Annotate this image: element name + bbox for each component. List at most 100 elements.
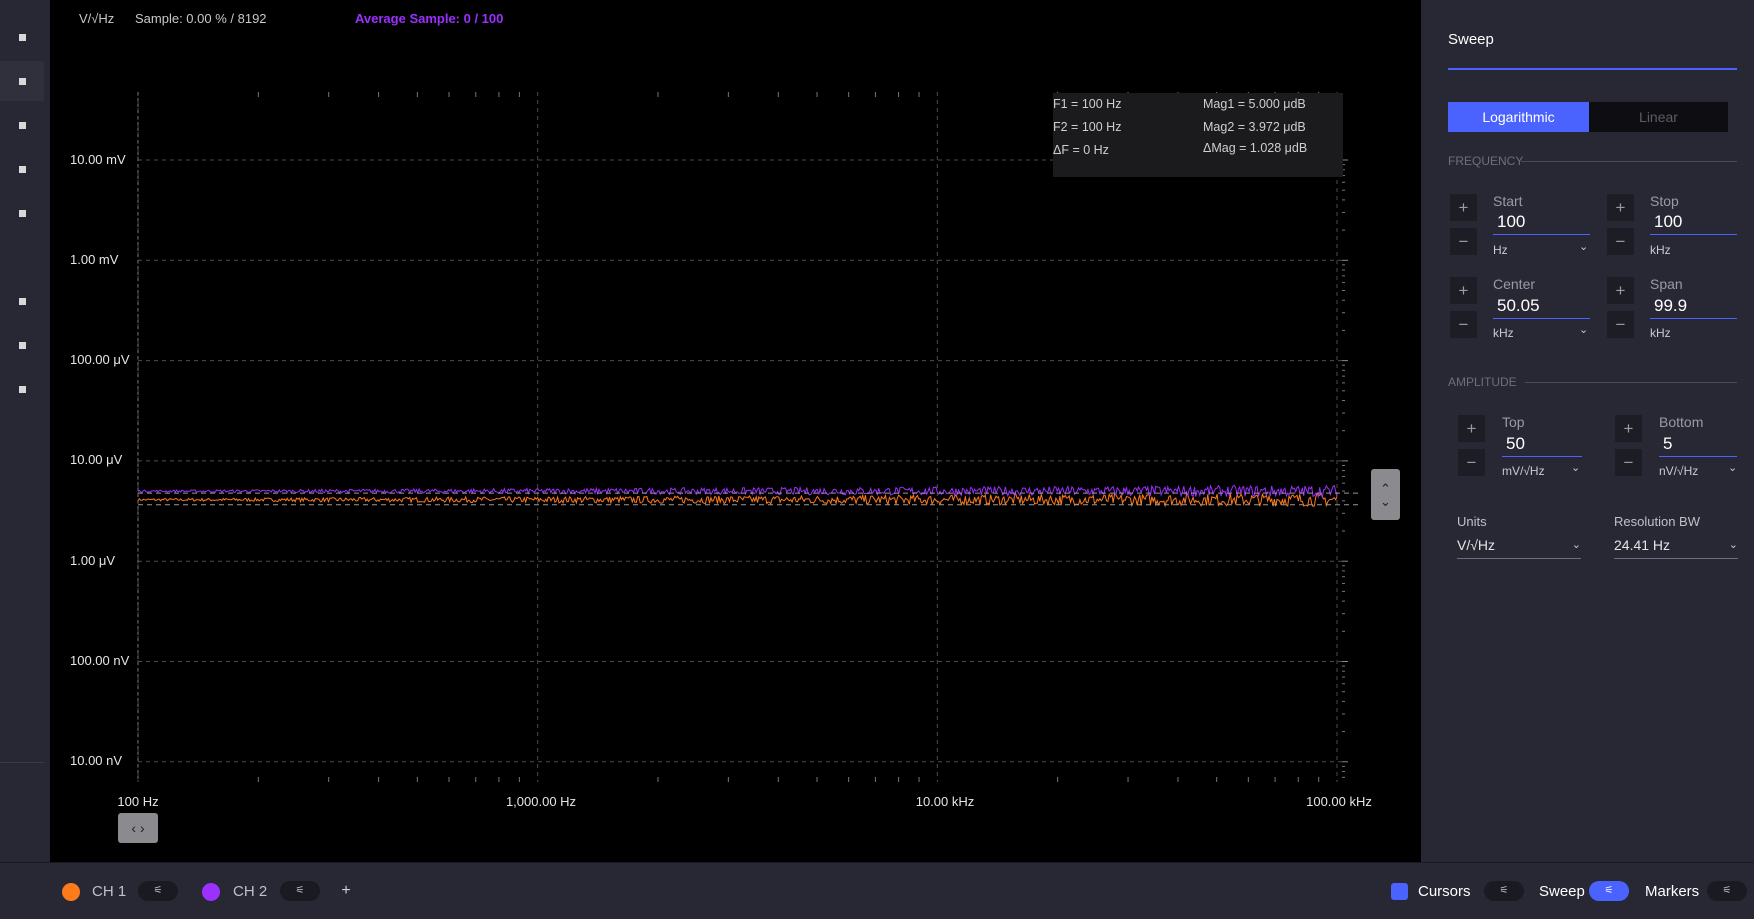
ch2-settings-button[interactable]: ⚟: [280, 881, 320, 901]
x-tick-label: 100.00 kHz: [1306, 794, 1372, 809]
bottom-unit-select[interactable]: nV/√Hz: [1659, 464, 1698, 478]
span-label: Span: [1650, 276, 1683, 292]
readout-mag2: Mag2 = 3.972 μdB: [1203, 120, 1306, 134]
toolbar-button-6[interactable]: [0, 281, 44, 321]
sliders-icon: ⚟: [153, 885, 163, 896]
toolbar-icon: [18, 297, 26, 305]
top-decrement-button[interactable]: −: [1458, 449, 1485, 476]
markers-settings-button[interactable]: ⚟: [1707, 881, 1747, 901]
center-label: Center: [1493, 276, 1536, 292]
start-increment-button[interactable]: +: [1450, 194, 1477, 221]
stop-increment-button[interactable]: +: [1607, 194, 1634, 221]
linear-toggle[interactable]: Linear: [1589, 102, 1728, 132]
bottom-decrement-button[interactable]: −: [1615, 449, 1642, 476]
sweep-label[interactable]: Sweep: [1539, 883, 1585, 900]
add-channel-button[interactable]: +: [338, 881, 354, 901]
cursors-checkbox[interactable]: [1391, 883, 1408, 900]
x-tick-label: 100 Hz: [117, 794, 159, 809]
toolbar-button-8[interactable]: [0, 369, 44, 409]
span-input[interactable]: 99.9: [1650, 295, 1737, 319]
toolbar-icon: [18, 77, 26, 85]
y-tick-label: 1.00 μV: [70, 553, 116, 568]
center-input[interactable]: 50.05: [1493, 295, 1590, 319]
toolbar-button-1[interactable]: [0, 17, 44, 57]
chevron-down-icon: ⌄: [1571, 462, 1581, 474]
section-divider: [1525, 382, 1737, 383]
chevron-up-icon: ⌃: [1380, 480, 1391, 496]
chevron-down-icon: ⌄: [1579, 241, 1589, 253]
average-sample-status: Average Sample: 0 / 100: [355, 11, 504, 26]
stop-decrement-button[interactable]: −: [1607, 228, 1634, 255]
top-unit-select[interactable]: mV/√Hz: [1502, 464, 1545, 478]
chevron-down-icon: ⌄: [1380, 493, 1391, 509]
center-increment-button[interactable]: +: [1450, 277, 1477, 304]
horizontal-scroll-handle[interactable]: ‹ ›: [118, 813, 158, 843]
top-increment-button[interactable]: +: [1458, 415, 1485, 442]
ch1-color-dot[interactable]: [62, 883, 80, 901]
span-decrement-button[interactable]: −: [1607, 311, 1634, 338]
ch1-settings-button[interactable]: ⚟: [138, 881, 178, 901]
x-tick-label: 10.00 kHz: [915, 794, 975, 809]
ch2-color-dot[interactable]: [202, 883, 220, 901]
toolbar-button-2[interactable]: [0, 61, 44, 101]
toolbar-icon: [18, 121, 26, 129]
start-decrement-button[interactable]: −: [1450, 228, 1477, 255]
start-label: Start: [1493, 193, 1523, 209]
cursor-readout-panel: F1 = 100 Hz F2 = 100 Hz ΔF = 0 Hz Mag1 =…: [1053, 93, 1343, 177]
bottom-label: Bottom: [1659, 414, 1704, 430]
sweep-settings-button[interactable]: ⚟: [1589, 881, 1629, 901]
units-value: V/√Hz: [1457, 537, 1496, 553]
ch1-label[interactable]: CH 1: [92, 883, 126, 900]
readout-mag1: Mag1 = 5.000 μdB: [1203, 97, 1306, 111]
stop-label: Stop: [1650, 193, 1679, 209]
ch2-label[interactable]: CH 2: [233, 883, 267, 900]
plot-units-label: V/√Hz: [79, 11, 115, 26]
toolbar-button-7[interactable]: [0, 325, 44, 365]
toolbar-button-5[interactable]: [0, 193, 44, 233]
sweep-settings-panel: Sweep Logarithmic Linear FREQUENCY + − S…: [1421, 0, 1754, 862]
amplitude-section-title: AMPLITUDE: [1448, 375, 1517, 389]
toolbar-button-4[interactable]: [0, 149, 44, 189]
readout-delta-f: ΔF = 0 Hz: [1053, 143, 1109, 157]
logarithmic-toggle[interactable]: Logarithmic: [1448, 102, 1589, 132]
toolbar-icon: [18, 165, 26, 173]
start-unit-select[interactable]: Hz: [1493, 243, 1508, 257]
y-tick-label: 1.00 mV: [70, 252, 119, 267]
chevron-down-icon: ⌄: [1728, 462, 1738, 474]
span-increment-button[interactable]: +: [1607, 277, 1634, 304]
y-tick-label: 10.00 μV: [70, 452, 123, 467]
vertical-scroll-handle[interactable]: ⌃ ⌄: [1371, 469, 1400, 520]
sliders-icon: ⚟: [1722, 885, 1732, 896]
toolbar-button-3[interactable]: [0, 105, 44, 145]
start-input[interactable]: 100: [1493, 211, 1590, 235]
chevron-down-icon: ⌄: [1579, 324, 1589, 336]
y-tick-label: 10.00 mV: [70, 152, 126, 167]
y-tick-label: 10.00 nV: [70, 753, 123, 768]
left-toolbar: [0, 0, 50, 862]
readout-delta-mag: ΔMag = 1.028 μdB: [1203, 141, 1308, 155]
sample-status: Sample: 0.00 % / 8192: [135, 11, 267, 26]
plot-area[interactable]: V/√Hz Sample: 0.00 % / 8192 Average Samp…: [50, 0, 1421, 862]
center-decrement-button[interactable]: −: [1450, 311, 1477, 338]
stop-unit: kHz: [1650, 243, 1671, 257]
resolution-bw-label: Resolution BW: [1614, 514, 1700, 529]
bottom-increment-button[interactable]: +: [1615, 415, 1642, 442]
stop-input[interactable]: 100: [1650, 211, 1737, 235]
span-unit: kHz: [1650, 326, 1671, 340]
top-input[interactable]: 50: [1502, 433, 1582, 457]
markers-label[interactable]: Markers: [1645, 883, 1699, 900]
trace-ch2: [137, 483, 1338, 499]
cursors-label[interactable]: Cursors: [1418, 883, 1471, 900]
frequency-section-title: FREQUENCY: [1448, 154, 1524, 168]
units-label: Units: [1457, 514, 1487, 529]
units-select[interactable]: V/√Hz ⌄: [1457, 533, 1581, 559]
center-unit-select[interactable]: kHz: [1493, 326, 1514, 340]
panel-title-underline: [1448, 68, 1737, 70]
bottom-bar: CH 1 ⚟ CH 2 ⚟ + Cursors ⚟ Sweep ⚟ Marker…: [0, 862, 1754, 919]
y-tick-label: 100.00 μV: [70, 352, 130, 367]
bottom-input[interactable]: 5: [1659, 433, 1737, 457]
resolution-bw-select[interactable]: 24.41 Hz ⌄: [1614, 533, 1738, 559]
cursors-settings-button[interactable]: ⚟: [1484, 881, 1524, 901]
chevron-left-right-icon: ‹ ›: [131, 820, 145, 836]
section-divider: [1521, 161, 1737, 162]
